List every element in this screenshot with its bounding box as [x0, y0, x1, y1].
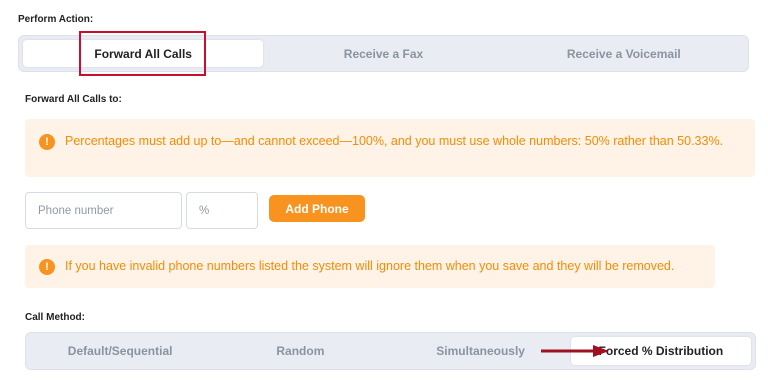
warning-icon: ! — [39, 259, 55, 275]
option-receive-a-voicemail[interactable]: Receive a Voicemail — [504, 40, 744, 67]
percent-alert-text: Percentages must add up to—and cannot ex… — [65, 134, 724, 148]
option-receive-a-fax[interactable]: Receive a Fax — [263, 40, 503, 67]
option-random[interactable]: Random — [210, 337, 390, 365]
call-method-selector: Default/Sequential Random Simultaneously… — [25, 332, 756, 370]
warning-icon: ! — [39, 134, 55, 150]
arrow-right-icon — [541, 345, 609, 357]
call-method-label: Call Method: — [25, 312, 85, 323]
invalid-numbers-alert: ! If you have invalid phone numbers list… — [25, 245, 715, 288]
percent-alert: ! Percentages must add up to—and cannot … — [25, 119, 755, 177]
forward-all-calls-to-label: Forward All Calls to: — [25, 94, 122, 105]
perform-action-label: Perform Action: — [18, 14, 94, 25]
add-phone-button[interactable]: Add Phone — [269, 195, 365, 222]
option-default-sequential[interactable]: Default/Sequential — [30, 337, 210, 365]
invalid-numbers-alert-text: If you have invalid phone numbers listed… — [65, 259, 675, 273]
highlight-annotation-box — [79, 31, 206, 76]
percent-input[interactable] — [186, 192, 258, 229]
phone-number-input[interactable] — [25, 192, 182, 229]
